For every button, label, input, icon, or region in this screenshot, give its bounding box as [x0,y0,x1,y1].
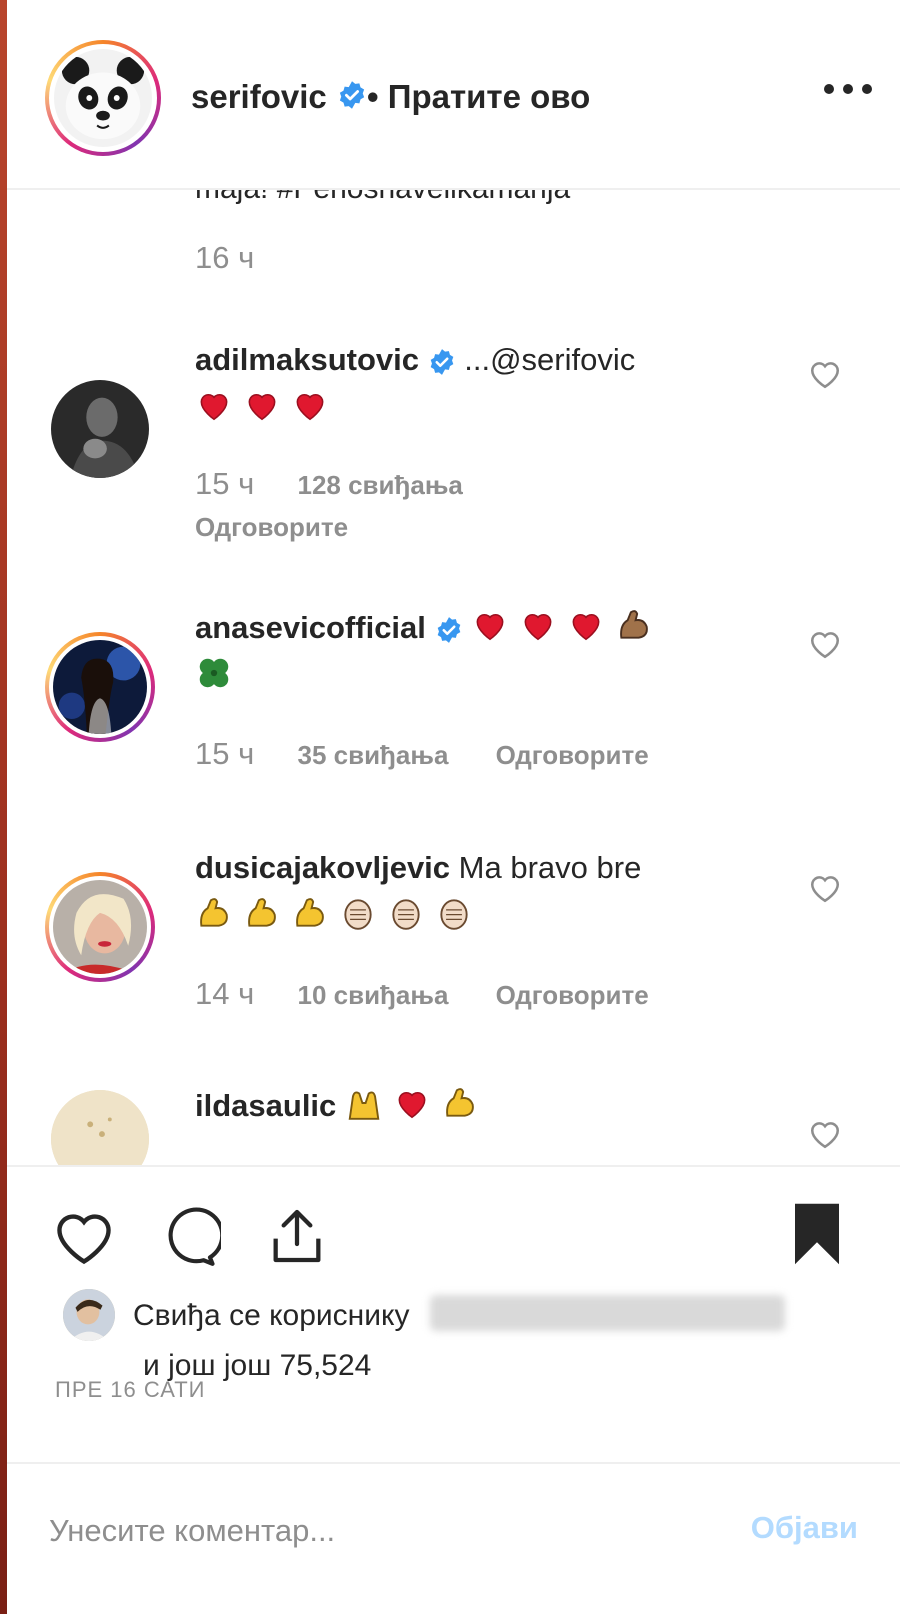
post-timestamp: ПРЕ 16 САТИ [55,1377,206,1402]
follow-label: Пратите ово [387,78,591,115]
reply-button[interactable]: Одговорите [496,740,649,770]
red-heart-emoji [476,613,504,641]
red-heart-emoji [296,393,324,421]
separator-dot: • [367,78,379,115]
comment-text: Ma bravo bre [458,850,642,885]
comment-username[interactable]: adilmaksutovic [195,342,419,377]
comment-likes[interactable]: 128 свиђања [297,470,462,500]
commenter-avatar[interactable] [51,1090,149,1165]
comment-emojis [195,898,483,933]
red-heart-emoji [572,613,600,641]
verified-badge-icon [437,616,460,643]
raising-hands-emoji [348,1091,380,1120]
four-leaf-clover-emoji [199,658,229,688]
reply-button[interactable]: Одговорите [195,503,795,551]
share-icon[interactable] [265,1203,329,1269]
comment-time: 15 ч [195,466,255,501]
follow-button[interactable]: • Пратите ово [367,78,590,116]
clapping-hands-emoji [392,899,420,930]
flexed-biceps-emoji [620,610,648,639]
commenter-avatar [53,880,147,974]
commenter-avatar[interactable] [51,380,149,478]
red-heart-emoji [398,1091,426,1119]
comment-input[interactable] [49,1506,689,1556]
comment-time: 15 ч [195,736,255,771]
clapping-hands-emoji [344,899,372,930]
verified-badge-icon [339,81,365,109]
commenter-avatar [53,640,147,734]
bookmark-icon[interactable] [789,1201,845,1267]
panda-avatar [54,49,152,147]
red-heart-emoji [524,613,552,641]
like-comment-heart-icon[interactable] [808,1118,842,1150]
more-options-icon[interactable] [822,82,874,96]
liked-by-prefix: Свиђа се кориснику [133,1299,410,1332]
red-heart-emoji [200,393,228,421]
flexed-biceps-emoji [446,1088,474,1117]
red-heart-emoji [248,393,276,421]
verified-badge-icon [430,348,453,375]
post-author-username[interactable]: serifovic [191,78,327,116]
comment-time: 14 ч [195,976,255,1011]
reply-button[interactable]: Одговорите [496,980,649,1010]
like-comment-heart-icon[interactable] [808,358,842,390]
flexed-biceps-emoji [248,898,276,927]
cut-off-caption: maja! #Penosnavelikamarija [195,190,570,206]
comments-list[interactable]: maja! #Penosnavelikamarija 16 ч adilmaks… [7,190,900,1165]
comment-emojis [195,390,339,425]
commenter-avatar-ring[interactable] [45,632,155,742]
like-heart-icon[interactable] [51,1207,117,1267]
like-comment-heart-icon[interactable] [808,872,842,904]
comment-username[interactable]: anasevicofficial [195,610,426,645]
post-header: serifovic • Пратите ово [7,0,900,190]
header-avatar-ring[interactable] [45,40,161,156]
like-comment-heart-icon[interactable] [808,628,842,660]
clapping-hands-emoji [440,899,468,930]
liker-avatar[interactable] [63,1289,115,1341]
comment-emojis [345,1088,489,1123]
comment-username[interactable]: ildasaulic [195,1088,336,1123]
add-comment-row: Објави [7,1462,900,1614]
comment-bubble-icon[interactable] [155,1207,221,1269]
flexed-biceps-emoji [200,898,228,927]
post-comment-button[interactable]: Објави [751,1510,858,1546]
caption-time: 16 ч [195,240,255,275]
comment-likes[interactable]: 35 свиђања [297,740,448,770]
blurred-username [429,1295,785,1331]
commenter-avatar-ring[interactable] [45,872,155,982]
comment-username[interactable]: dusicajakovljevic [195,850,450,885]
comment-likes[interactable]: 10 свиђања [297,980,448,1010]
comment-text: ...@serifovic [464,342,636,377]
left-edge-strip [0,0,7,1614]
flexed-biceps-emoji [296,898,324,927]
